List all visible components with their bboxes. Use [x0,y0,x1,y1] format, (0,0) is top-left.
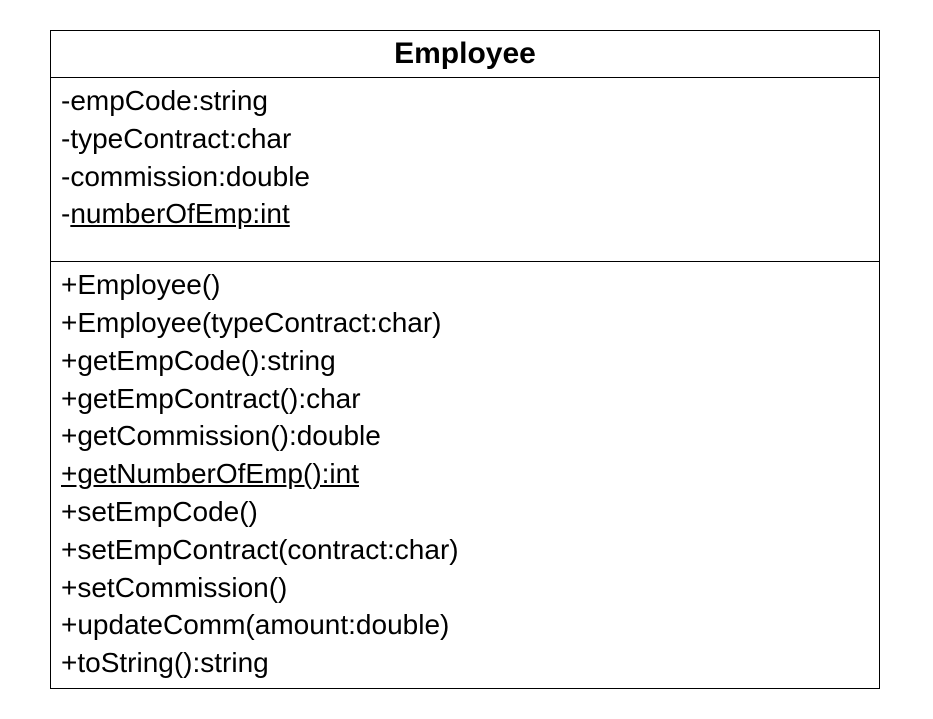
uml-method: +getNumberOfEmp():int [61,455,869,493]
uml-method: +setCommission() [61,569,869,607]
uml-method: +Employee() [61,266,869,304]
uml-attribute: -numberOfEmp:int [61,195,869,233]
uml-method: +toString():string [61,644,869,682]
uml-attributes-section: -empCode:string-typeContract:char-commis… [51,78,879,262]
uml-method: +getEmpContract():char [61,380,869,418]
uml-method: +updateComm(amount:double) [61,606,869,644]
uml-method: +Employee(typeContract:char) [61,304,869,342]
uml-class-name: Employee [51,31,879,78]
uml-attribute: -typeContract:char [61,120,869,158]
uml-method: +getEmpCode():string [61,342,869,380]
uml-method: +getCommission():double [61,417,869,455]
uml-class-box: Employee -empCode:string-typeContract:ch… [50,30,880,689]
uml-attribute: -commission:double [61,158,869,196]
uml-method: +setEmpContract(contract:char) [61,531,869,569]
uml-attribute: -empCode:string [61,82,869,120]
uml-method: +setEmpCode() [61,493,869,531]
uml-methods-section: +Employee()+Employee(typeContract:char)+… [51,262,879,688]
